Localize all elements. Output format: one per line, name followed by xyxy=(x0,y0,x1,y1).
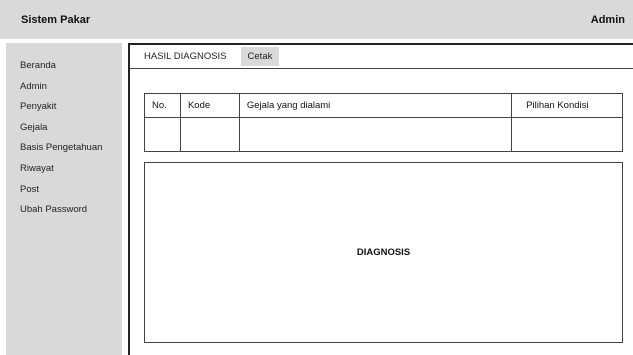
panel-header: HASIL DIAGNOSIS Cetak xyxy=(130,45,633,69)
sidebar-item-post[interactable]: Post xyxy=(6,180,122,201)
table-cell-no xyxy=(144,117,181,152)
column-header-pilihan-kondisi: Pilihan Kondisi xyxy=(511,93,623,118)
top-bar: Sistem Pakar Admin xyxy=(0,0,633,39)
table-cell-gejala xyxy=(238,117,513,152)
sidebar-item-admin[interactable]: Admin xyxy=(6,77,122,98)
symptoms-table: No. Kode Gejala yang dialami Pilihan Kon… xyxy=(144,93,623,152)
sidebar-item-riwayat[interactable]: Riwayat xyxy=(6,159,122,180)
main-panel: HASIL DIAGNOSIS Cetak No. Kode Gejala ya… xyxy=(128,43,633,355)
sidebar-item-beranda[interactable]: Beranda xyxy=(6,56,122,77)
sidebar-item-gejala[interactable]: Gejala xyxy=(6,118,122,139)
app-title: Sistem Pakar xyxy=(21,13,91,26)
table-cell-kode xyxy=(179,117,240,152)
sidebar-item-penyakit[interactable]: Penyakit xyxy=(6,97,122,118)
table-cell-kondisi xyxy=(511,117,623,152)
column-header-no: No. xyxy=(144,93,181,118)
user-menu[interactable]: Admin xyxy=(591,14,625,26)
diagnosis-result-box: DIAGNOSIS xyxy=(144,162,623,343)
print-button[interactable]: Cetak xyxy=(240,46,280,67)
column-header-kode: Kode xyxy=(179,93,240,118)
sidebar: Beranda Admin Penyakit Gejala Basis Peng… xyxy=(6,43,122,355)
column-header-gejala: Gejala yang dialami xyxy=(238,93,513,118)
sidebar-item-basis-pengetahuan[interactable]: Basis Pengetahuan xyxy=(6,138,122,159)
page-title: HASIL DIAGNOSIS xyxy=(144,51,227,62)
table-row xyxy=(144,117,623,152)
sidebar-item-ubah-password[interactable]: Ubah Password xyxy=(6,200,122,221)
table-header-row: No. Kode Gejala yang dialami Pilihan Kon… xyxy=(144,93,623,118)
diagnosis-label: DIAGNOSIS xyxy=(356,247,411,258)
